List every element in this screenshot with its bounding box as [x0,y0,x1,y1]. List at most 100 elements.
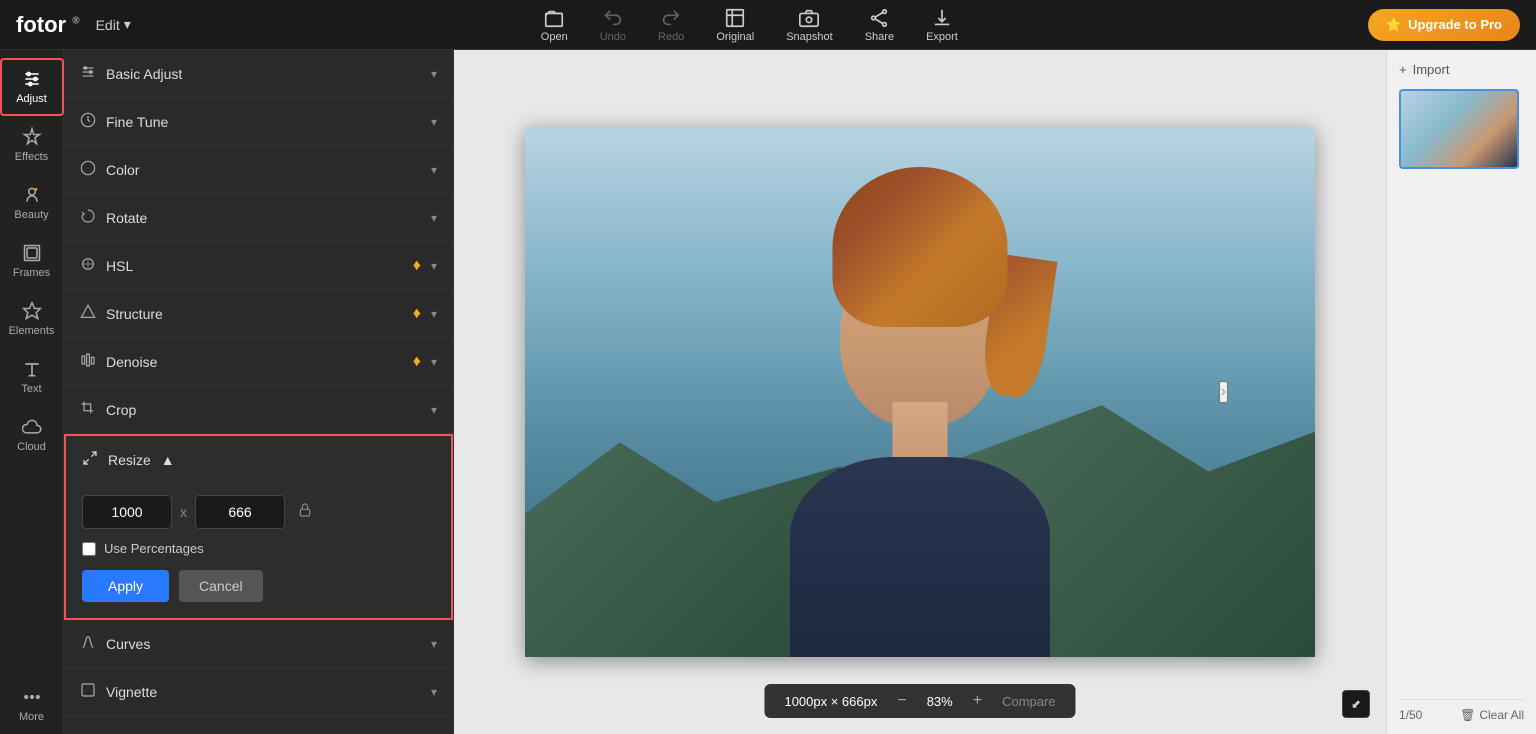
structure-icon [80,304,96,323]
rotate-chevron: ▾ [431,211,437,225]
basic-adjust-section: Basic Adjust ▾ [64,50,453,98]
canvas-zoom: 83% [927,694,953,709]
crop-icon [80,400,96,419]
sidebar-item-beauty[interactable]: Beauty [0,174,64,232]
sidebar-item-effects[interactable]: Effects [0,116,64,174]
fine-tune-header[interactable]: Fine Tune ▾ [64,98,453,145]
trash-icon: 🗑 [1460,708,1475,722]
basic-adjust-chevron: ▾ [431,67,437,81]
topbar-actions: Open Undo Redo Original Snapshot Share E… [131,7,1368,43]
edit-menu-button[interactable]: Edit ▾ [96,16,131,33]
denoise-chevron: ▾ [431,355,437,369]
resize-height-input[interactable] [195,495,285,529]
snapshot-action[interactable]: Snapshot [786,7,832,43]
compare-button[interactable]: Compare [1002,694,1055,709]
portrait-person [750,147,1090,657]
resize-icon [82,450,98,469]
plus-icon: + [1399,62,1407,77]
sidebar-item-more[interactable]: More [0,676,64,734]
zoom-out-button[interactable]: − [893,692,910,710]
clear-all-button[interactable]: 🗑 Clear All [1460,708,1524,722]
collapse-button[interactable]: ⬋ [1342,690,1370,718]
denoise-pro-badge: ♦ [413,353,421,371]
open-action[interactable]: Open [541,7,568,43]
structure-chevron: ▾ [431,307,437,321]
logo: fotor ® [16,12,80,38]
sidebar-item-cloud[interactable]: Cloud [0,406,64,464]
undo-action[interactable]: Undo [600,7,626,43]
use-percentages-row: Use Percentages [82,541,435,556]
rotate-header[interactable]: Rotate ▾ [64,194,453,241]
import-button[interactable]: + Import [1399,62,1524,77]
color-chevron: ▾ [431,163,437,177]
basic-adjust-header[interactable]: Basic Adjust ▾ [64,50,453,97]
use-percentages-checkbox[interactable] [82,542,96,556]
sidebar-item-elements[interactable]: Elements [0,290,64,348]
color-section: Color ▾ [64,146,453,194]
color-header[interactable]: Color ▾ [64,146,453,193]
lock-icon[interactable] [297,502,313,523]
upgrade-button[interactable]: ⭐ Upgrade to Pro [1368,9,1520,41]
redo-action[interactable]: Redo [658,7,684,43]
basic-adjust-icon [80,64,96,83]
main-content: Adjust Effects Beauty Frames Elements Te… [0,50,1536,734]
curves-icon [80,634,96,653]
cancel-button[interactable]: Cancel [179,570,263,602]
crop-chevron: ▾ [431,403,437,417]
canvas-area: 1000px × 666px − 83% + Compare ⬋ [454,50,1386,734]
structure-section: Structure ♦ ▾ [64,290,453,338]
thumbnail-item[interactable] [1399,89,1519,169]
photo-image [525,127,1315,657]
denoise-section: Denoise ♦ ▾ [64,338,453,386]
crop-section: Crop ▾ [64,386,453,434]
resize-width-input[interactable] [82,495,172,529]
denoise-header[interactable]: Denoise ♦ ▾ [64,338,453,385]
rotate-icon [80,208,96,227]
hsl-chevron: ▾ [431,259,437,273]
structure-header[interactable]: Structure ♦ ▾ [64,290,453,337]
fine-tune-icon [80,112,96,131]
original-action[interactable]: Original [716,7,754,43]
hsl-pro-badge: ♦ [413,257,421,275]
resize-actions: Apply Cancel [82,570,435,602]
right-panel-footer: 1/50 🗑 Clear All [1399,699,1524,722]
resize-header[interactable]: Resize ▲ [66,436,451,483]
fine-tune-chevron: ▾ [431,115,437,129]
resize-body: x Use Percentages Apply Cancel [66,483,451,618]
hsl-header[interactable]: HSL ♦ ▾ [64,242,453,289]
vignette-section: Vignette ▾ [64,668,453,716]
icon-sidebar: Adjust Effects Beauty Frames Elements Te… [0,50,64,734]
sidebar-item-frames[interactable]: Frames [0,232,64,290]
right-panel: + Import 1/50 🗑 Clear All [1386,50,1536,734]
resize-section: Resize ▲ x Use Percentages Apply [64,434,453,620]
canvas-status: 1000px × 666px − 83% + Compare [764,684,1075,718]
apply-button[interactable]: Apply [82,570,169,602]
resize-inputs: x [82,495,435,529]
vignette-header[interactable]: Vignette ▾ [64,668,453,715]
curves-section: Curves ▾ [64,620,453,668]
hsl-section: HSL ♦ ▾ [64,242,453,290]
hsl-icon [80,256,96,275]
export-action[interactable]: Export [926,7,958,43]
sidebar-item-adjust[interactable]: Adjust [0,58,64,116]
share-action[interactable]: Share [865,7,894,43]
crop-header[interactable]: Crop ▾ [64,386,453,433]
panel-toggle-button[interactable]: › [1219,381,1228,403]
resize-chevron: ▲ [161,452,175,468]
resize-x-separator: x [180,504,187,520]
fine-tune-section: Fine Tune ▾ [64,98,453,146]
curves-header[interactable]: Curves ▾ [64,620,453,667]
structure-pro-badge: ♦ [413,305,421,323]
photo-container [525,127,1315,657]
curves-chevron: ▾ [431,637,437,651]
topbar: fotor ® Edit ▾ Open Undo Redo Original S… [0,0,1536,50]
page-count: 1/50 [1399,708,1422,722]
tools-panel: Basic Adjust ▾ Fine Tune ▾ Color ▾ [64,50,454,734]
zoom-in-button[interactable]: + [969,692,986,710]
vignette-icon [80,682,96,701]
sidebar-item-text[interactable]: Text [0,348,64,406]
canvas-dimensions: 1000px × 666px [784,694,877,709]
denoise-icon [80,352,96,371]
color-icon [80,160,96,179]
vignette-chevron: ▾ [431,685,437,699]
